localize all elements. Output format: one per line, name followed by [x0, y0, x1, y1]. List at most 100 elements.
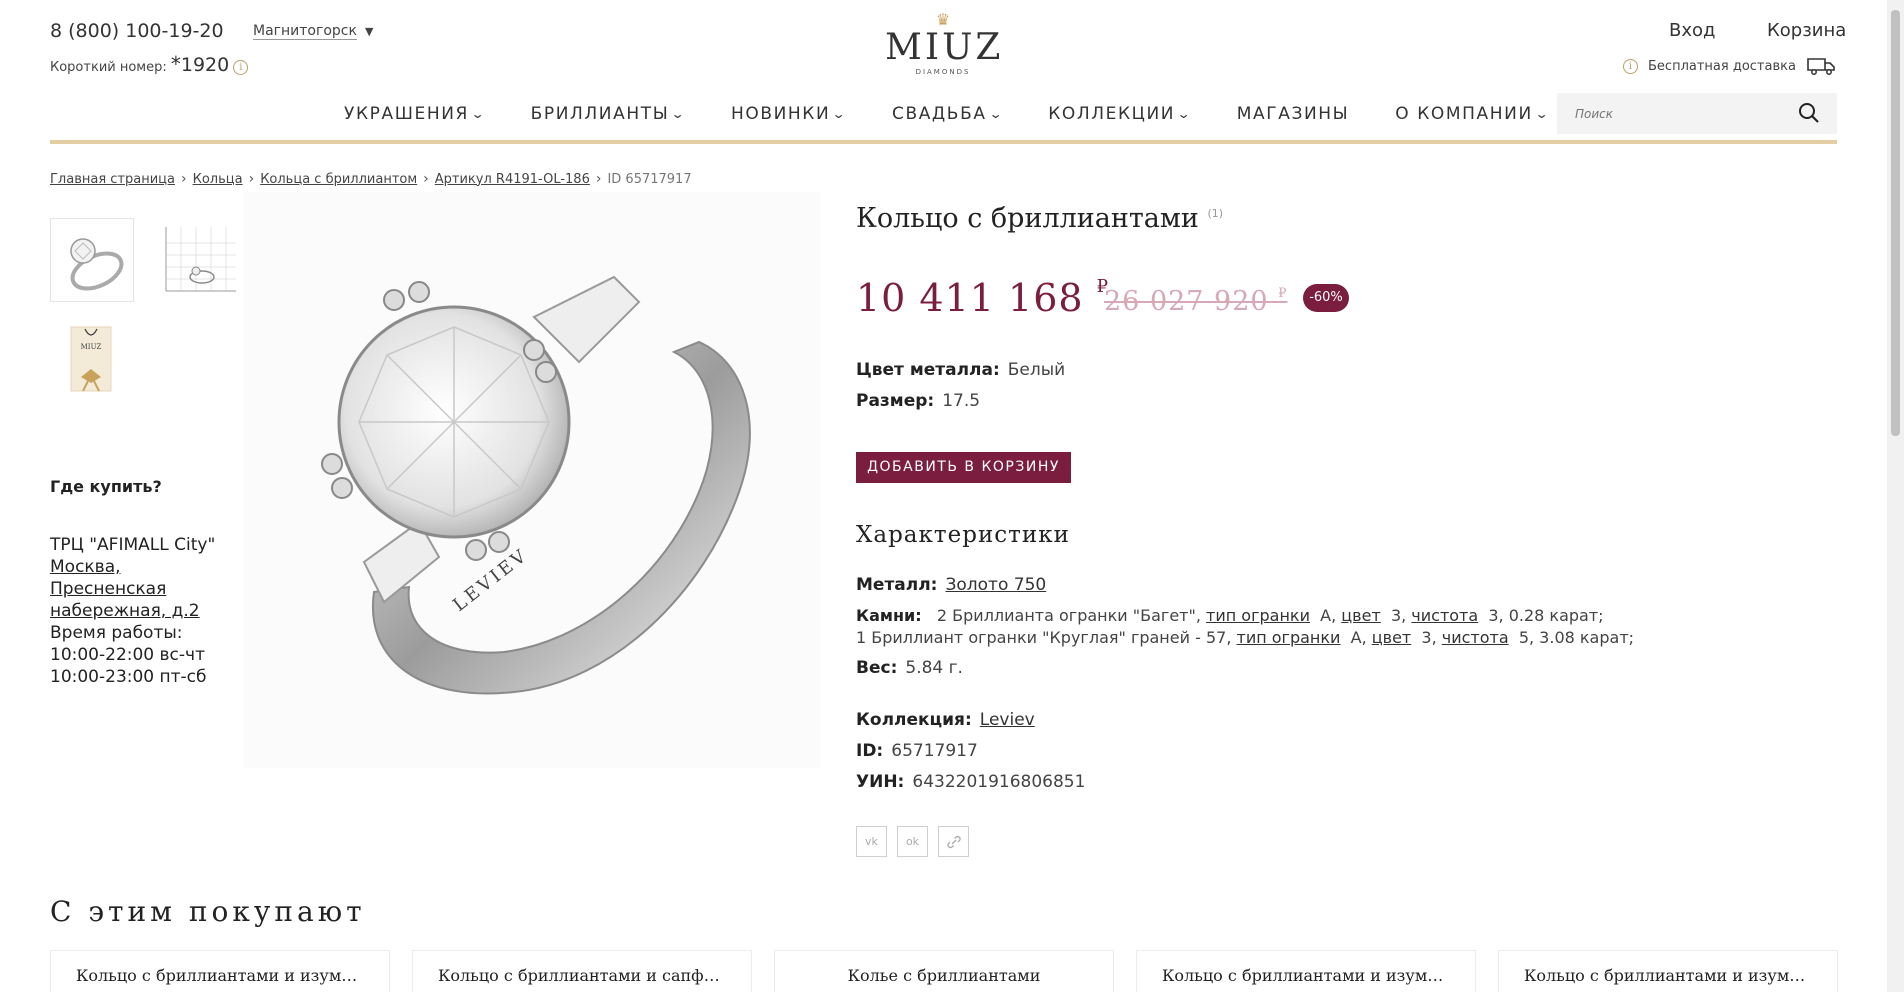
store-info: ТРЦ "AFIMALL City" Москва, Пресненская н… [50, 534, 240, 688]
nav-label[interactable]: КОЛЛЕКЦИИ [1048, 104, 1175, 124]
uin-value: 6432201916806851 [912, 772, 1086, 792]
nav-label[interactable]: СВАДЬБА [892, 104, 987, 124]
chevron-down-icon[interactable]: ⌄ [1177, 107, 1193, 121]
nav-label[interactable]: МАГАЗИНЫ [1237, 104, 1350, 124]
old-price-value: 26 027 920 [1104, 286, 1269, 317]
ring-engraving-text: LEVIEV [449, 544, 532, 616]
scrollbar[interactable] [1887, 0, 1904, 992]
stone-1-cut: A, [1320, 606, 1337, 625]
breadcrumb-article[interactable]: Артикул R4191-OL-186 [435, 172, 590, 187]
nav-label[interactable]: НОВИНКИ [731, 104, 830, 124]
add-to-cart-button[interactable]: ДОБАВИТЬ В КОРЗИНУ [856, 452, 1071, 483]
nav-item-new[interactable]: НОВИНКИ ⌄ [731, 104, 846, 124]
short-number-star: * [170, 52, 181, 76]
city-selector[interactable]: Магнитогорск ▼ [253, 23, 373, 40]
share-link-button[interactable] [938, 826, 969, 857]
share-ok-button[interactable]: ok [897, 826, 928, 857]
caret-down-icon[interactable]: ▼ [365, 25, 373, 38]
uin-label: УИН: [856, 772, 905, 792]
chevron-down-icon[interactable]: ⌄ [1534, 107, 1550, 121]
info-icon[interactable]: i [233, 60, 249, 75]
old-price: 26 027 920 ₽ [1104, 286, 1287, 317]
gift-box-image: MIUZ [70, 326, 112, 392]
product-card[interactable]: Кольцо с бриллиантами и изумрудо... [1498, 950, 1838, 992]
product-page: 8 (800) 100-19-20 Короткий номер: *1920 … [0, 0, 1904, 992]
stone-1-color: 3, [1390, 606, 1407, 625]
thumbnail-ring[interactable] [50, 218, 134, 302]
cut-type-link[interactable]: тип огранки [1206, 606, 1310, 625]
old-price-currency: ₽ [1278, 286, 1288, 301]
nav-item-about[interactable]: О КОМПАНИИ ⌄ [1395, 104, 1548, 124]
free-delivery[interactable]: i Бесплатная доставка [1623, 56, 1836, 76]
search-box[interactable] [1557, 93, 1837, 134]
breadcrumb-rings[interactable]: Кольца [193, 172, 243, 187]
collection-link[interactable]: Leviev [980, 710, 1035, 730]
store-hours-weekend: 10:00-23:00 пт-сб [50, 667, 207, 687]
share-vk-button[interactable]: vk [856, 826, 887, 857]
characteristics-title: Характеристики [856, 522, 1070, 548]
weight-row: Вес: 5.84 г. [856, 658, 963, 678]
chevron-down-icon[interactable]: ⌄ [832, 107, 848, 121]
logo-subtitle: DIAMONDS [915, 68, 971, 76]
product-title: Кольцо с бриллиантами (1) [856, 203, 1223, 234]
thumbnail-box[interactable]: MIUZ [50, 318, 130, 396]
metal-link[interactable]: Золото 750 [945, 575, 1046, 595]
logo[interactable]: ♛ MIUZ DIAMONDS [885, 12, 1001, 77]
nav-item-stores[interactable]: МАГАЗИНЫ [1237, 104, 1350, 124]
thumbnail-size-chart[interactable] [155, 218, 239, 302]
clarity-link[interactable]: чистота [1411, 606, 1478, 625]
store-hours-weekdays: 10:00-22:00 вс-чт [50, 645, 205, 665]
stone-1-desc: 2 Бриллианта огранки "Багет", [936, 606, 1201, 625]
product-card[interactable]: Кольцо с бриллиантами и изумрудо... [50, 950, 390, 992]
stone-2-color: 3, [1421, 628, 1437, 647]
chevron-down-icon[interactable]: ⌄ [988, 107, 1004, 121]
truck-icon [1807, 58, 1835, 75]
metal-color-row: Цвет металла: Белый [856, 360, 1065, 380]
breadcrumb: Главная страница › Кольца › Кольца с брилл… [50, 171, 692, 187]
chevron-down-icon[interactable]: ⌄ [671, 107, 687, 121]
header-divider [50, 140, 1837, 144]
color-link[interactable]: цвет [1341, 606, 1380, 625]
product-main-image[interactable]: LEVIEV [244, 192, 820, 768]
vk-icon: vk [865, 835, 878, 848]
nav-label[interactable]: БРИЛЛИАНТЫ [531, 104, 670, 124]
clarity-link[interactable]: чистота [1442, 628, 1509, 647]
uin-row: УИН: 6432201916806851 [856, 772, 1085, 792]
cart-link[interactable]: Корзина [1767, 20, 1846, 41]
short-number-value[interactable]: 1920 [181, 54, 229, 76]
login-link[interactable]: Вход [1669, 20, 1715, 41]
ok-icon: ok [905, 835, 920, 848]
store-address-link[interactable]: Москва, Пресненская набережная, д.2 [50, 557, 200, 621]
cut-type-link[interactable]: тип огранки [1237, 628, 1341, 647]
nav-label[interactable]: УКРАШЕНИЯ [344, 104, 469, 124]
breadcrumb-diamond-rings[interactable]: Кольца с бриллиантом [260, 172, 417, 187]
search-icon[interactable] [1797, 101, 1821, 125]
info-icon[interactable]: i [1623, 58, 1638, 74]
size-value[interactable]: 17.5 [942, 391, 980, 411]
stones-line-1: Камни: 2 Бриллианта огранки "Багет", тип… [856, 605, 1634, 627]
metal-label: Металл: [856, 575, 938, 595]
product-card[interactable]: Кольцо с бриллиантами и сапфиром [412, 950, 752, 992]
color-link[interactable]: цвет [1372, 628, 1411, 647]
chevron-down-icon[interactable]: ⌄ [471, 107, 487, 121]
product-card[interactable]: Кольцо с бриллиантами и изумрудо... [1136, 950, 1476, 992]
link-icon [946, 835, 961, 849]
nav-item-collections[interactable]: КОЛЛЕКЦИИ ⌄ [1048, 104, 1191, 124]
nav-item-jewelry[interactable]: УКРАШЕНИЯ ⌄ [344, 104, 485, 124]
reviews-count[interactable]: (1) [1207, 207, 1223, 220]
nav-label[interactable]: О КОМПАНИИ [1395, 104, 1533, 124]
short-number-label: Короткий номер: [50, 60, 167, 75]
nav-item-diamonds[interactable]: БРИЛЛИАНТЫ ⌄ [531, 104, 687, 124]
city-name[interactable]: Магнитогорск [253, 23, 357, 40]
nav-item-wedding[interactable]: СВАДЬБА ⌄ [892, 104, 1002, 124]
metal-color-label: Цвет металла: [856, 360, 1000, 380]
phone-number[interactable]: 8 (800) 100-19-20 [50, 20, 224, 42]
size-label: Размер: [856, 391, 935, 411]
id-value: 65717917 [891, 741, 978, 761]
metal-row: Металл: Золото 750 [856, 575, 1046, 595]
ring-image: LEVIEV [321, 275, 751, 695]
scrollbar-thumb[interactable] [1891, 10, 1900, 436]
product-card[interactable]: Колье с бриллиантами [774, 950, 1114, 992]
search-input[interactable] [1575, 106, 1785, 121]
breadcrumb-home[interactable]: Главная страница [50, 172, 175, 187]
